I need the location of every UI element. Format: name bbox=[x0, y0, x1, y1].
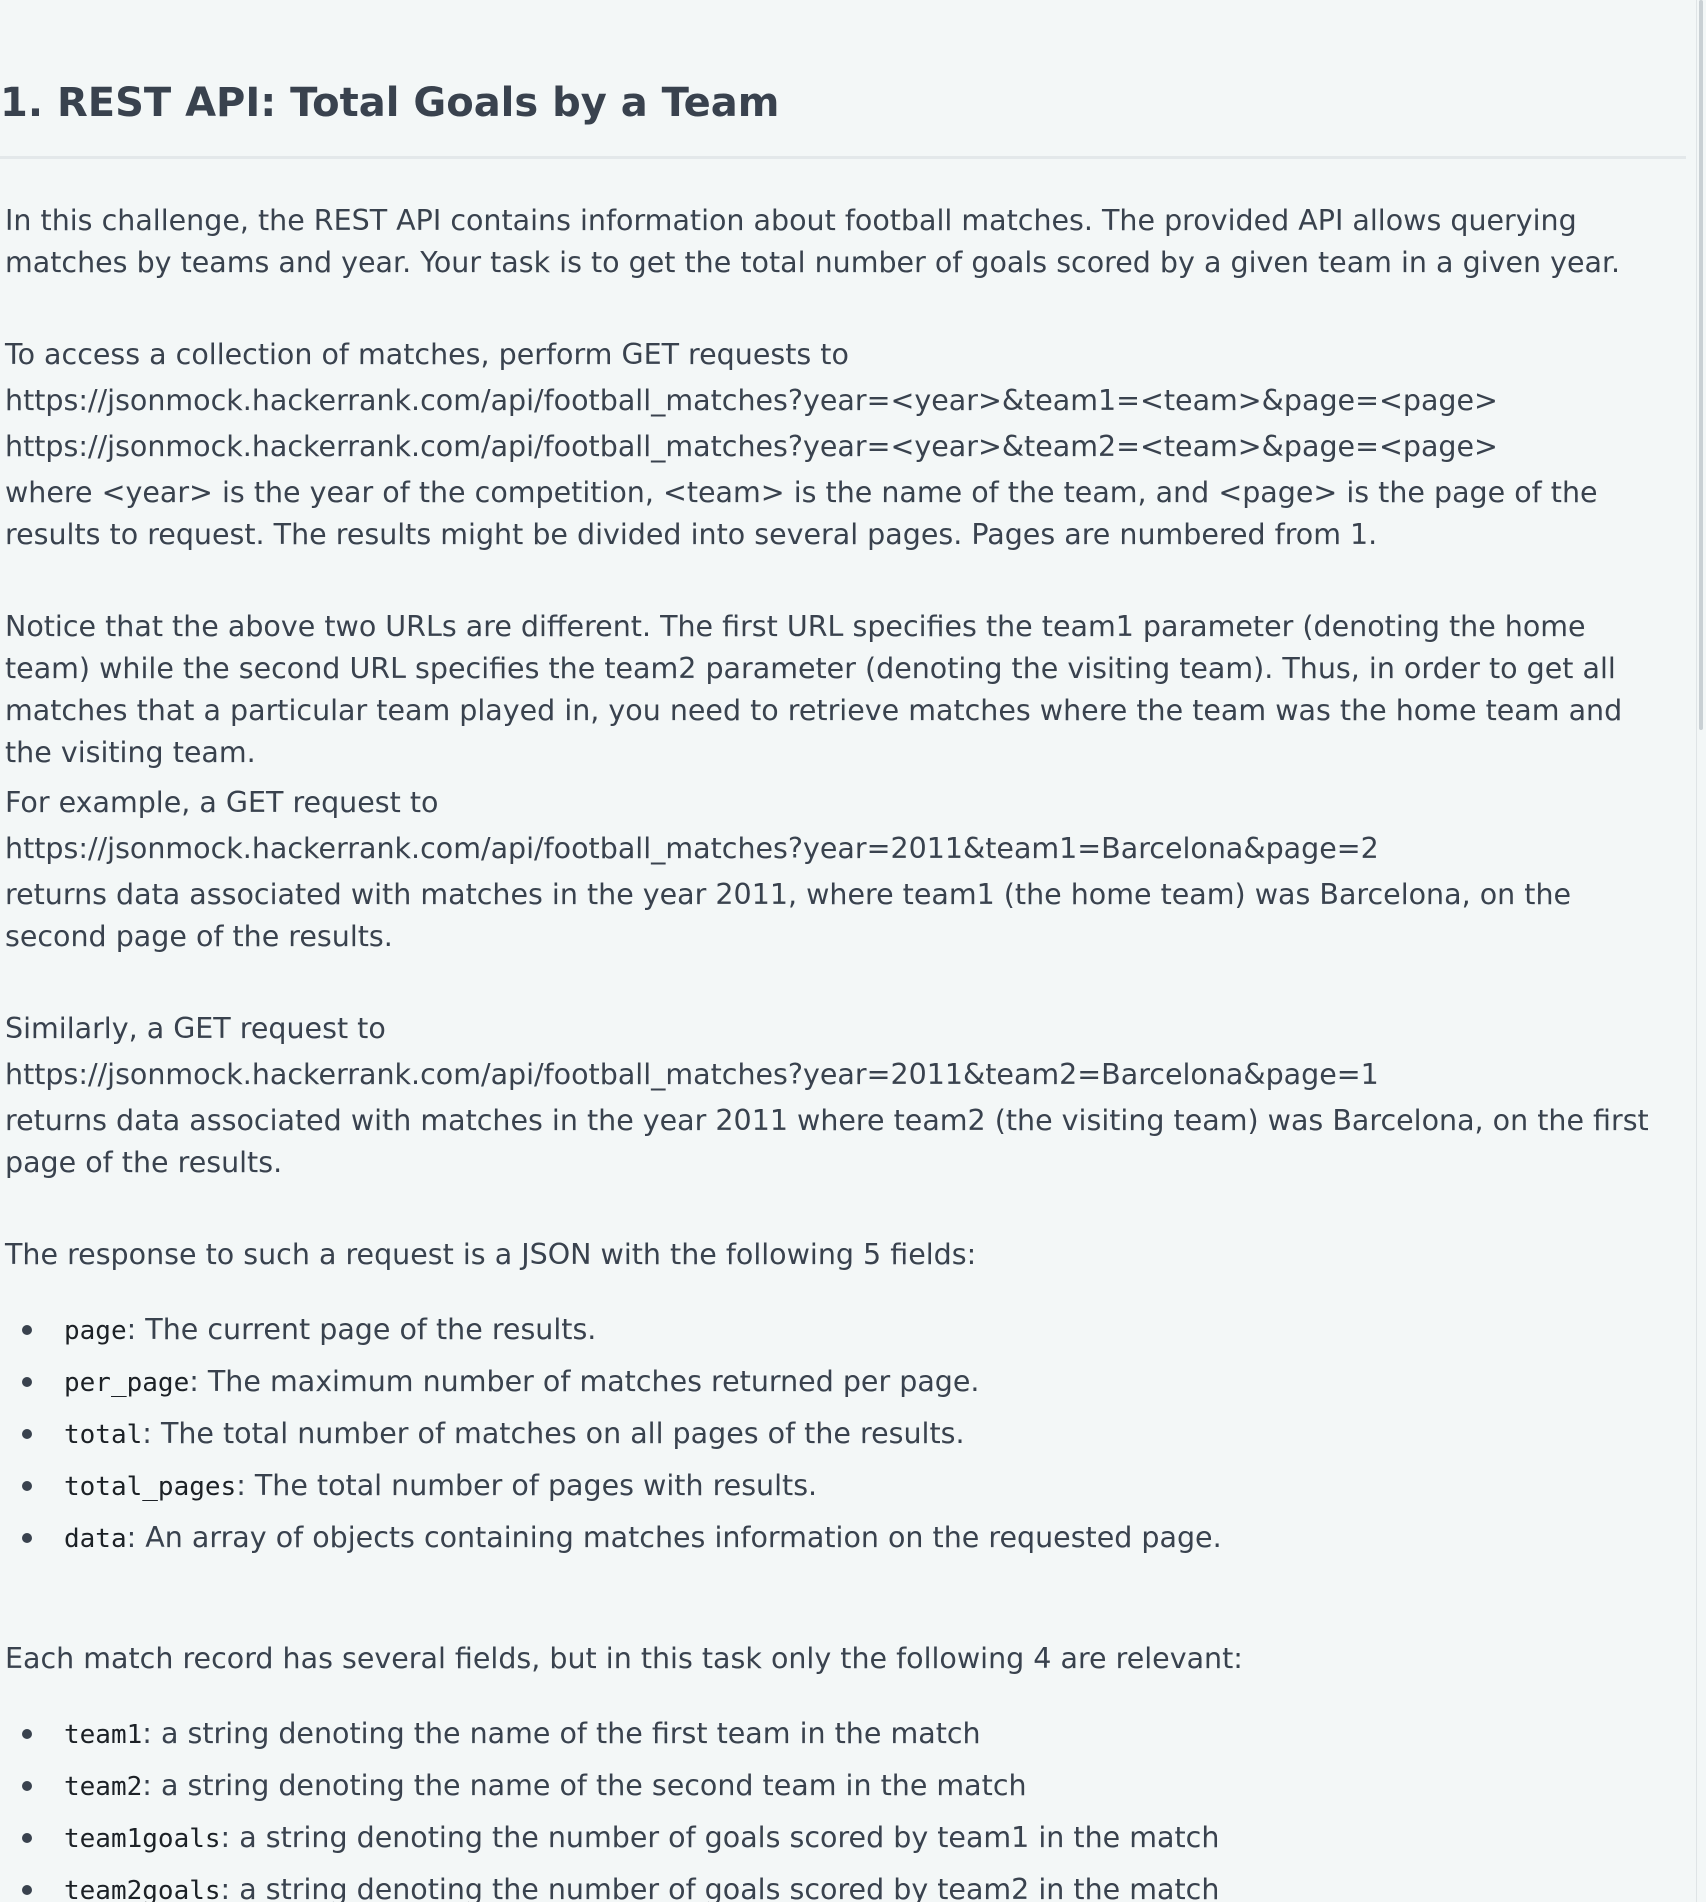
field-name: total bbox=[64, 1420, 143, 1450]
field-description: : The maximum number of matches returned… bbox=[189, 1365, 980, 1398]
field-name: team1goals bbox=[64, 1824, 221, 1854]
bullet-dot-icon bbox=[22, 1885, 32, 1895]
field-description: : a string denoting the name of the seco… bbox=[142, 1769, 1027, 1802]
field-name: page bbox=[64, 1316, 127, 1346]
notice-paragraph: Notice that the above two URLs are diffe… bbox=[5, 610, 1623, 769]
bullet-dot-icon bbox=[22, 1481, 32, 1491]
field-name: team2 bbox=[64, 1772, 143, 1802]
bullet-dot-icon bbox=[22, 1781, 32, 1791]
access-lead: To access a collection of matches, perfo… bbox=[5, 338, 849, 371]
example2-lead: Similarly, a GET request to bbox=[5, 1012, 386, 1045]
bullet-dot-icon bbox=[22, 1833, 32, 1843]
vertical-scrollbar[interactable] bbox=[1696, 0, 1706, 1902]
bullet-dot-icon bbox=[22, 1533, 32, 1543]
field-description: : An array of objects containing matches… bbox=[126, 1521, 1222, 1554]
scrollbar-thumb[interactable] bbox=[1699, 0, 1703, 730]
field-name: per_page bbox=[64, 1368, 190, 1398]
access-url-team2: https://jsonmock.hackerrank.com/api/foot… bbox=[5, 430, 1498, 463]
field-name: team2goals bbox=[64, 1876, 221, 1902]
field-description: : The total number of matches on all pag… bbox=[142, 1417, 965, 1450]
example1-lead: For example, a GET request to bbox=[5, 786, 439, 819]
example1-result: returns data associated with matches in … bbox=[5, 878, 1572, 953]
bullet-dot-icon bbox=[22, 1429, 32, 1439]
example2-url: https://jsonmock.hackerrank.com/api/foot… bbox=[5, 1058, 1379, 1091]
bullet-dot-icon bbox=[22, 1325, 32, 1335]
field-description: : The current page of the results. bbox=[126, 1313, 597, 1346]
field-description: : a string denoting the number of goals … bbox=[220, 1873, 1220, 1902]
intro-paragraph: In this challenge, the REST API contains… bbox=[5, 204, 1621, 279]
access-explanation: where <year> is the year of the competit… bbox=[5, 476, 1598, 551]
record-lead: Each match record has several fields, bu… bbox=[5, 1642, 1243, 1675]
field-name: total_pages bbox=[64, 1472, 237, 1502]
field-description: : a string denoting the name of the firs… bbox=[142, 1717, 981, 1750]
field-description: : a string denoting the number of goals … bbox=[220, 1821, 1220, 1854]
bullet-dot-icon bbox=[22, 1377, 32, 1387]
page-title: 1. REST API: Total Goals by a Team bbox=[0, 80, 780, 126]
field-description: : The total number of pages with results… bbox=[236, 1469, 818, 1502]
access-url-team1: https://jsonmock.hackerrank.com/api/foot… bbox=[5, 384, 1498, 417]
problem-statement: 1. REST API: Total Goals by a Team In th… bbox=[0, 0, 1686, 1902]
bullet-dot-icon bbox=[22, 1729, 32, 1739]
example2-result: returns data associated with matches in … bbox=[5, 1104, 1649, 1179]
title-divider bbox=[0, 156, 1686, 159]
response-lead: The response to such a request is a JSON… bbox=[5, 1238, 977, 1271]
example1-url: https://jsonmock.hackerrank.com/api/foot… bbox=[5, 832, 1379, 865]
field-name: data bbox=[64, 1524, 127, 1554]
field-name: team1 bbox=[64, 1720, 143, 1750]
